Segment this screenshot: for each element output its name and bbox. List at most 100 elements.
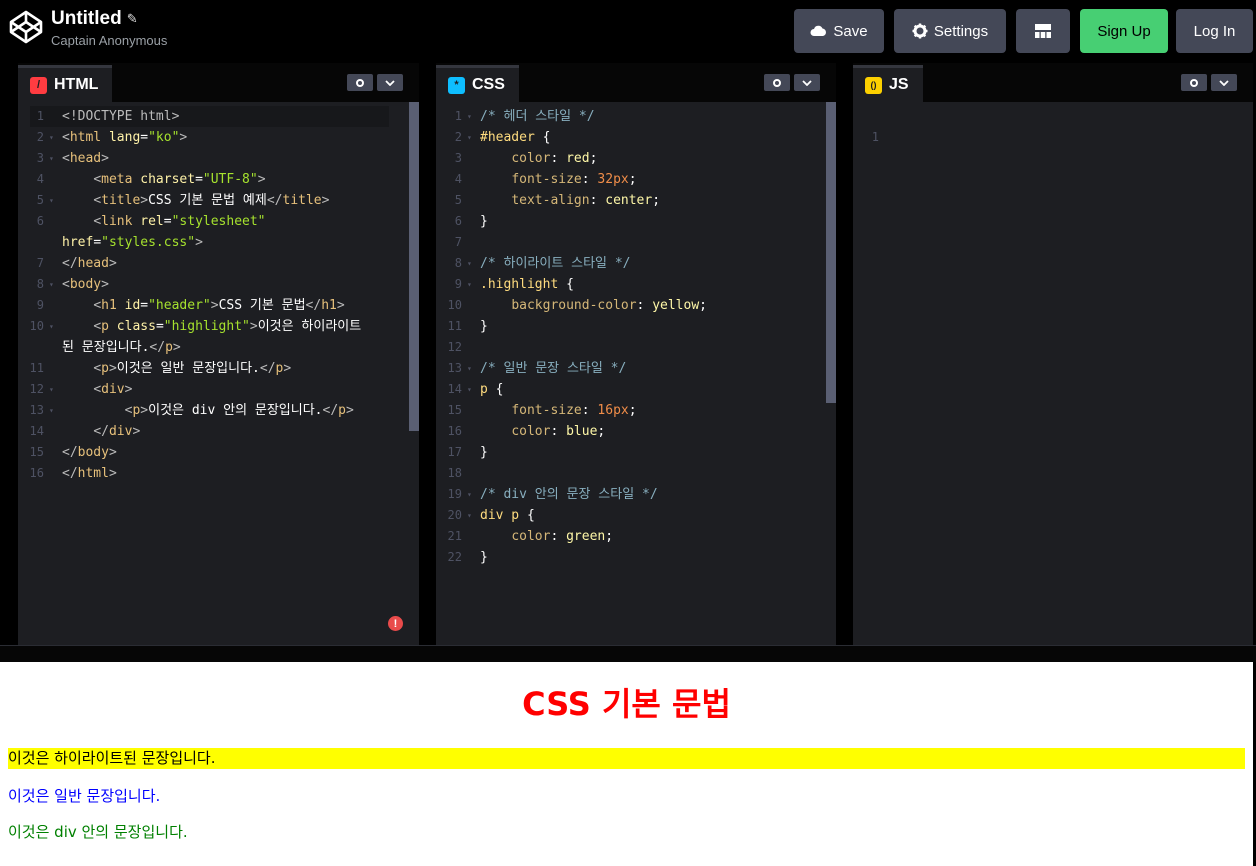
code-text: <h1 id="header">CSS 기본 문법</h1> [62, 295, 344, 316]
fold-arrow-icon[interactable]: ▾ [467, 127, 472, 148]
code-token: 32px [597, 172, 629, 187]
code-token: div p [480, 508, 520, 523]
code-line: 12 [436, 337, 836, 358]
code-token: charset [132, 172, 196, 187]
fold-arrow-icon[interactable]: ▾ [467, 253, 472, 274]
author-name: Captain Anonymous [51, 33, 168, 48]
tab-html[interactable]: / HTML [18, 65, 113, 102]
fold-arrow-icon[interactable]: ▾ [49, 148, 54, 169]
css-code-area[interactable]: 1 ▾/* 헤더 스타일 */2 ▾ #header {3 color: red; 4 … [436, 102, 836, 645]
code-line: 8 ▾ <body> [18, 274, 419, 295]
save-button[interactable]: Save [794, 9, 884, 53]
code-token: < [93, 193, 102, 208]
preview-highlight-paragraph: 이것은 하이라이트된 문장입니다. [8, 748, 1245, 769]
html-settings-gear-icon[interactable] [347, 74, 373, 91]
code-token: } [480, 445, 488, 460]
code-token: > [257, 172, 266, 187]
line-number: 1 [454, 109, 462, 123]
fold-arrow-icon[interactable]: ▾ [467, 274, 472, 295]
code-token: > [321, 193, 330, 208]
code-token: > [101, 151, 109, 166]
code-token: > [108, 445, 117, 460]
code-token: < [93, 382, 102, 397]
fold-arrow-icon[interactable]: ▾ [467, 484, 472, 505]
resize-divider[interactable] [0, 645, 1256, 662]
code-text: /* div 안의 문장 스타일 */ [480, 484, 658, 505]
fold-arrow-icon[interactable]: ▾ [467, 505, 472, 526]
code-token: class [108, 319, 156, 334]
log-in-button[interactable]: Log In [1176, 9, 1253, 53]
code-line: 6 <link rel="stylesheet" [18, 211, 419, 232]
fold-arrow-icon[interactable]: ▾ [49, 127, 54, 148]
fold-arrow-icon[interactable]: ▾ [49, 274, 54, 295]
tab-css[interactable]: * CSS [436, 65, 519, 102]
css-tab-bar: * CSS [436, 63, 836, 102]
code-token: "header" [148, 298, 211, 313]
code-token: title [101, 193, 141, 208]
code-text: <div> [62, 379, 132, 400]
code-token: blue [566, 424, 598, 439]
css-settings-gear-icon[interactable] [764, 74, 790, 91]
js-settings-gear-icon[interactable] [1181, 74, 1207, 91]
html-chevron-down-icon[interactable] [377, 74, 403, 91]
code-token: > [283, 361, 292, 376]
edit-pencil-icon[interactable]: ✎ [127, 8, 138, 30]
code-token: .highlight [480, 277, 559, 292]
settings-button[interactable]: Settings [894, 9, 1006, 53]
fold-arrow-icon[interactable]: ▾ [467, 106, 472, 127]
code-text: font-size: 32px; [480, 169, 636, 190]
code-token: < [93, 319, 102, 334]
code-token: < [62, 151, 70, 166]
css-chevron-down-icon[interactable] [794, 74, 820, 91]
js-code-area[interactable]: 1 [853, 102, 1253, 645]
line-number: 8 [454, 256, 462, 270]
preview-normal-paragraph: 이것은 일반 문장입니다. [8, 787, 161, 805]
code-token: 된 문장입니다. [62, 340, 150, 355]
pen-title-text[interactable]: Untitled [51, 8, 122, 30]
sign-up-button[interactable]: Sign Up [1080, 9, 1168, 53]
codepen-logo-icon[interactable] [8, 9, 44, 45]
tab-js[interactable]: () JS [853, 65, 923, 102]
line-number: 3 [36, 151, 44, 165]
fold-arrow-icon[interactable]: ▾ [49, 400, 54, 421]
code-line: 4 <meta charset="UTF-8"> [18, 169, 419, 190]
line-number: 14 [29, 424, 44, 438]
code-text: <meta charset="UTF-8"> [62, 169, 266, 190]
code-token: < [93, 214, 102, 229]
html-code-area[interactable]: 1 <!DOCTYPE html> 2 ▾ <html lang="ko"> 3 ▾ <hea… [18, 102, 419, 645]
code-token: lang [101, 130, 141, 145]
code-line: 10 ▾ <p class="highlight">이것은 하이라이트 [18, 316, 419, 337]
code-token: 이것은 일반 문장입니다. [116, 361, 260, 376]
code-line: 15 </body> [18, 442, 419, 463]
code-line: 11 <p>이것은 일반 문장입니다.</p> [18, 358, 419, 379]
code-text: 된 문장입니다.</p> [62, 337, 181, 358]
fold-arrow-icon[interactable]: ▾ [49, 379, 54, 400]
line-number: 1 [36, 109, 44, 123]
code-line: 10 background-color: yellow; [436, 295, 836, 316]
css-pane-controls [764, 74, 820, 91]
code-text: href="styles.css"> [62, 232, 203, 253]
code-line: 5 ▾ <title>CSS 기본 문법 예제</title> [18, 190, 419, 211]
fold-arrow-icon[interactable]: ▾ [49, 316, 54, 337]
code-text: background-color: yellow; [480, 295, 707, 316]
pen-title[interactable]: Untitled ✎ [51, 8, 167, 30]
js-chevron-down-icon[interactable] [1211, 74, 1237, 91]
fold-arrow-icon[interactable]: ▾ [49, 190, 54, 211]
layout-button[interactable] [1016, 9, 1070, 53]
fold-arrow-icon[interactable]: ▾ [467, 379, 472, 400]
error-icon[interactable]: ! [388, 616, 403, 631]
css-editor-pane: * CSS 1 ▾/* 헤더 스타일 */2 ▾ #header {3 color: … [436, 63, 836, 645]
fold-arrow-icon[interactable]: ▾ [467, 358, 472, 379]
code-token: ; [652, 193, 661, 208]
code-token: < [62, 277, 70, 292]
code-token: "styles.css" [101, 235, 196, 250]
code-token: ; [699, 298, 707, 313]
code-token: > [210, 298, 219, 313]
code-token: font-size [511, 403, 582, 418]
code-token: > [179, 130, 188, 145]
code-token: > [172, 340, 181, 355]
